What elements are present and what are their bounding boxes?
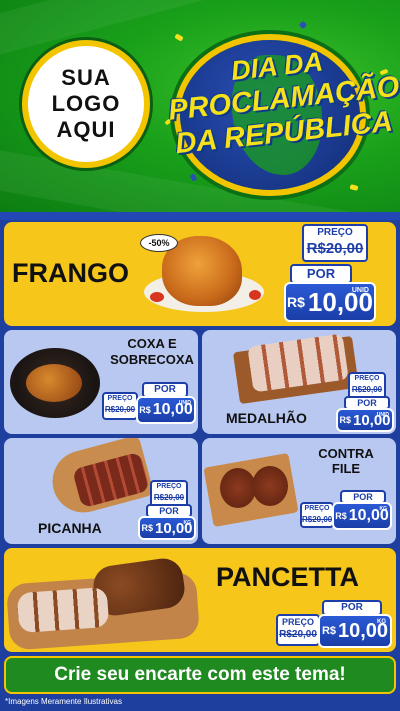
price-tag: R$ 10,00 UNID [284, 282, 376, 322]
divider-band [0, 212, 400, 220]
disclaimer-text: *Imagens Meramente Ilustrativas [5, 697, 122, 706]
currency-symbol: R$ [139, 405, 151, 415]
currency-symbol: R$ [321, 625, 336, 637]
unit-label: UNID [178, 400, 191, 406]
unit-label: KG [377, 619, 386, 625]
product-card-medalhao[interactable]: MEDALHÃO PREÇO R$20,00 POR R$ 10,00 UNID [202, 330, 396, 434]
confetti [349, 184, 359, 191]
old-price: R$20,00 [302, 515, 333, 524]
cta-text: Crie seu encarte com este tema! [54, 664, 346, 685]
old-price: R$20,00 [306, 240, 364, 257]
preco-label: PREÇO [317, 227, 353, 238]
price-tag: R$ 10,00 KG [318, 614, 392, 648]
preco-label: PREÇO [156, 483, 182, 490]
product-card-pancetta[interactable]: PANCETTA POR PREÇO R$20,00 R$ 10,00 KG [4, 548, 396, 652]
product-name-line: SOBRECOXA [110, 352, 194, 367]
unit-label: UNID [351, 287, 369, 294]
pancetta-slices-image [16, 586, 110, 634]
old-price-badge: PREÇO R$20,00 [276, 614, 320, 646]
old-price-badge: PREÇO R$20,00 [300, 502, 334, 528]
event-title: DIA DA PROCLAMAÇÃO DA REPÚBLICA [163, 39, 400, 162]
unit-label: KG [379, 506, 388, 512]
logo-line: LOGO [51, 91, 121, 116]
confetti [189, 173, 198, 182]
product-name-line: COXA E [127, 336, 177, 351]
preco-label: PREÇO [354, 375, 380, 382]
price-tag: R$ 10,00 KG [332, 502, 392, 530]
product-name: FRANGO [12, 258, 129, 288]
logo-placeholder[interactable]: SUA LOGO AQUI [22, 40, 150, 168]
preco-label: PREÇO [304, 505, 330, 512]
old-price: R$20,00 [279, 629, 317, 640]
old-price: R$20,00 [104, 405, 136, 414]
cta-banner[interactable]: Crie seu encarte com este tema! [4, 656, 396, 694]
product-card-contrafile[interactable]: CONTRA FILE POR PREÇO R$20,00 R$ 10,00 K… [202, 438, 396, 544]
old-price-badge: PREÇO R$20,00 [302, 224, 368, 262]
currency-symbol: R$ [141, 523, 153, 533]
price-tag: R$ 10,00 KG [138, 516, 196, 540]
chicken-thigh-image [26, 364, 82, 402]
por-label: POR [290, 264, 352, 284]
confetti [174, 33, 184, 42]
price-tag: R$ 10,00 UNID [336, 408, 394, 432]
confetti [298, 20, 308, 30]
product-card-picanha[interactable]: PICANHA PREÇO R$20,00 POR R$ 10,00 KG [4, 438, 198, 544]
steak-image [220, 468, 256, 508]
product-name: CONTRA FILE [302, 446, 390, 476]
preco-label: PREÇO [281, 617, 314, 627]
old-price-badge: PREÇO R$20,00 [102, 392, 138, 420]
product-name-line: CONTRA [318, 446, 374, 461]
product-name: MEDALHÃO [226, 410, 307, 426]
product-name: PANCETTA [216, 562, 359, 592]
product-name-line: FILE [331, 461, 361, 476]
unit-label: KG [183, 520, 192, 526]
tomato-garnish [249, 290, 261, 300]
discount-badge: -50% [140, 234, 178, 252]
logo-line: SUA [61, 65, 111, 90]
product-name: PICANHA [38, 520, 102, 536]
currency-symbol: R$ [339, 415, 351, 425]
header-banner: SUA LOGO AQUI DIA DA PROCLAMAÇÃO DA REPÚ… [0, 0, 400, 215]
old-price: R$20,00 [153, 493, 185, 502]
product-card-coxa[interactable]: COXA E SOBRECOXA POR PREÇO R$20,00 R$ 10… [4, 330, 198, 434]
logo-line: AQUI [56, 117, 116, 142]
preco-label: PREÇO [107, 395, 133, 402]
steak-image [252, 466, 288, 506]
product-card-frango[interactable]: FRANGO -50% PREÇO R$20,00 POR R$ 10,00 U… [4, 222, 396, 326]
currency-symbol: R$ [287, 294, 305, 310]
tomato-garnish [150, 292, 164, 302]
unit-label: UNID [376, 412, 389, 418]
currency-symbol: R$ [335, 511, 347, 521]
price-tag: R$ 10,00 UNID [136, 396, 196, 424]
product-name: COXA E SOBRECOXA [108, 336, 196, 368]
old-price: R$20,00 [351, 385, 383, 394]
